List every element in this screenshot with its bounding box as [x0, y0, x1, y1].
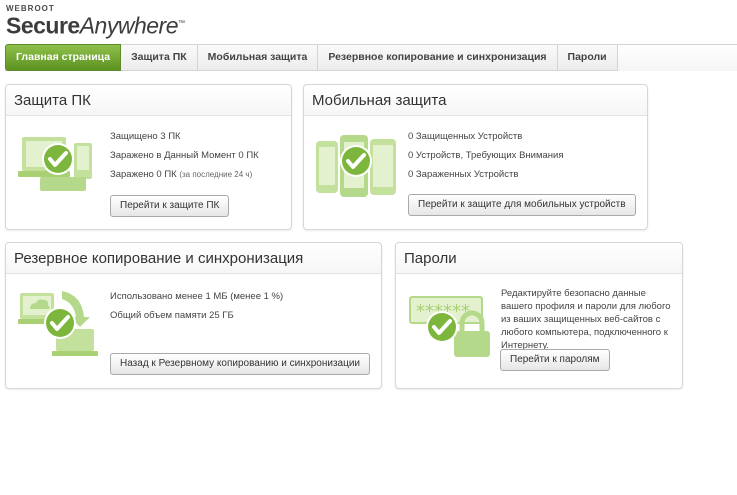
mobile-protection-panel: Мобильная защита 0 Защищенных Устройств … — [303, 84, 648, 230]
mobile-protected: 0 Защищенных Устройств — [408, 131, 523, 142]
tabs-filler — [617, 44, 737, 71]
pc-infected-label: Заражено 0 ПК — [110, 169, 177, 180]
passwords-panel: Пароли ****** Редактируйте безопасно дан… — [395, 242, 683, 389]
pc-infected-now: Заражено в Данный Момент 0 ПК — [110, 150, 259, 161]
panel-title: Защита ПК — [6, 85, 291, 116]
go-passwords-button[interactable]: Перейти к паролям — [500, 349, 610, 371]
backup-total: Общий объем памяти 25 ГБ — [110, 310, 234, 321]
go-pc-protection-button[interactable]: Перейти к защите ПК — [110, 195, 230, 217]
backup-sync-panel: Резервное копирование и синхронизация Ис… — [5, 242, 382, 389]
pc-infected-24h: Заражено 0 ПК (за последние 24 ч) — [110, 165, 259, 184]
pc-infected-note: (за последние 24 ч) — [179, 170, 253, 179]
go-backup-sync-button[interactable]: Назад к Резервному копированию и синхрон… — [110, 353, 370, 375]
pc-stats: Защищено 3 ПК Заражено в Данный Момент 0… — [110, 127, 259, 184]
logo-product: SecureAnywhere™ — [6, 12, 185, 39]
tab-pc-protection[interactable]: Защита ПК — [121, 44, 198, 71]
logo-product-italic: Anywhere — [79, 12, 179, 39]
tab-mobile-protection[interactable]: Мобильная защита — [197, 44, 319, 71]
pc-protected-count: Защищено 3 ПК — [110, 131, 181, 142]
computers-check-icon — [18, 137, 92, 191]
main-tabs: Главная страница Защита ПК Мобильная защ… — [5, 44, 737, 71]
panel-title: Мобильная защита — [304, 85, 647, 116]
webroot-logo: WEBROOT SecureAnywhere™ — [6, 4, 185, 38]
logo-product-bold: Secure — [6, 12, 80, 39]
panel-title: Резервное копирование и синхронизация — [6, 243, 381, 274]
mobile-stats: 0 Защищенных Устройств 0 Устройств, Треб… — [408, 127, 563, 184]
mobile-attention: 0 Устройств, Требующих Внимания — [408, 150, 564, 161]
backup-sync-check-icon — [18, 291, 98, 356]
backup-used: Использовано менее 1 МБ (менее 1 %) — [110, 291, 284, 302]
mobile-devices-check-icon — [316, 135, 396, 197]
tab-backup-sync[interactable]: Резервное копирование и синхронизация — [318, 44, 558, 71]
passwords-description: Редактируйте безопасно данные вашего про… — [501, 288, 671, 351]
tab-home[interactable]: Главная страница — [5, 44, 122, 71]
go-mobile-protection-button[interactable]: Перейти к защите для мобильных устройств — [408, 194, 636, 216]
backup-stats: Использовано менее 1 МБ (менее 1 %) Общи… — [110, 287, 283, 325]
mobile-infected: 0 Зараженных Устройств — [408, 169, 519, 180]
tab-passwords[interactable]: Пароли — [557, 44, 618, 71]
pc-protection-panel: Защита ПК Защищено 3 ПК Заражено в Данны… — [5, 84, 292, 230]
panel-title: Пароли — [396, 243, 682, 274]
password-lock-check-icon: ****** — [409, 296, 490, 357]
